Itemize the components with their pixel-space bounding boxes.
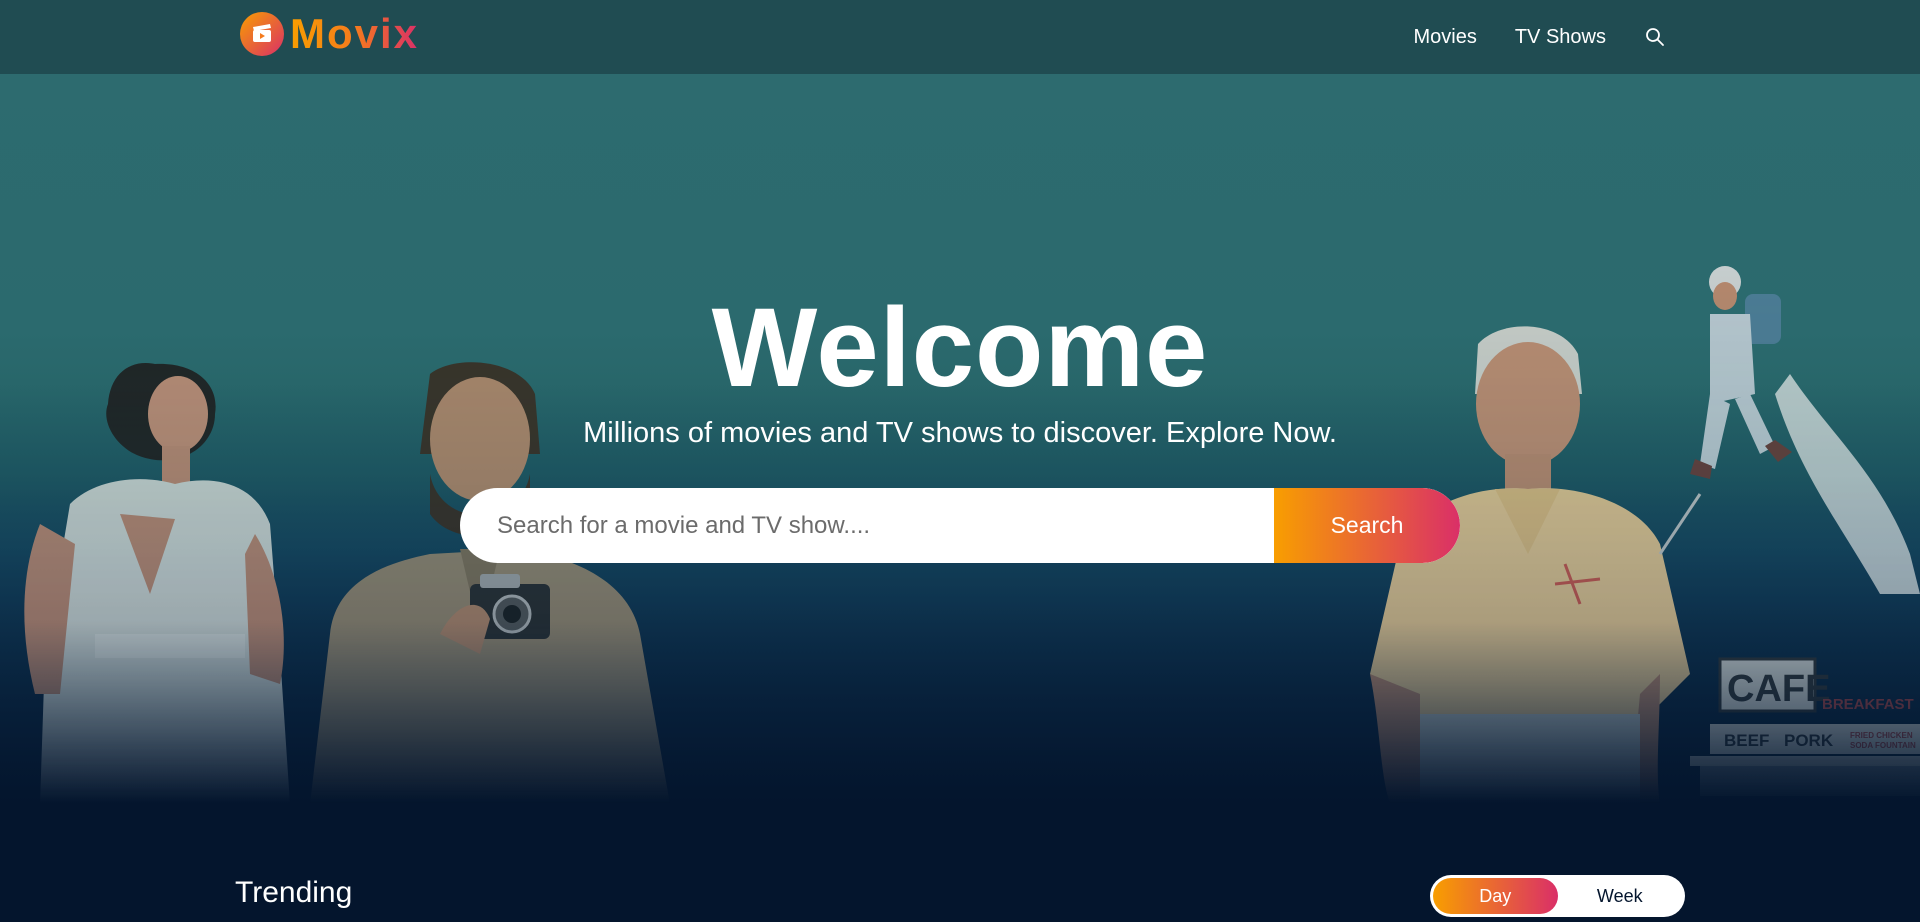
search-button[interactable]: Search <box>1274 488 1460 563</box>
logo-text: Movix <box>290 10 420 57</box>
logo[interactable]: Movix <box>240 12 419 56</box>
site-header: Movix Movies TV Shows <box>0 0 1920 74</box>
hero-content: Welcome Millions of movies and TV shows … <box>0 74 1920 804</box>
tab-week[interactable]: Week <box>1558 878 1683 914</box>
hero-subtitle: Millions of movies and TV shows to disco… <box>583 417 1337 449</box>
search-icon[interactable] <box>1644 26 1666 48</box>
search-input[interactable] <box>460 488 1274 563</box>
trending-title: Trending <box>235 876 353 909</box>
clapperboard-icon <box>240 12 284 56</box>
main-nav: Movies TV Shows <box>1375 0 1666 74</box>
nav-movies[interactable]: Movies <box>1413 26 1476 49</box>
nav-tv-shows[interactable]: TV Shows <box>1515 26 1606 49</box>
hero-banner: CAFE BREAKFAST BEEF PORK FRIED CHICKEN S… <box>0 74 1920 804</box>
trending-period-switch: Day Week <box>1430 875 1685 917</box>
hero-search-bar: Search <box>460 488 1460 563</box>
tab-day[interactable]: Day <box>1433 878 1558 914</box>
hero-title: Welcome <box>711 285 1209 410</box>
